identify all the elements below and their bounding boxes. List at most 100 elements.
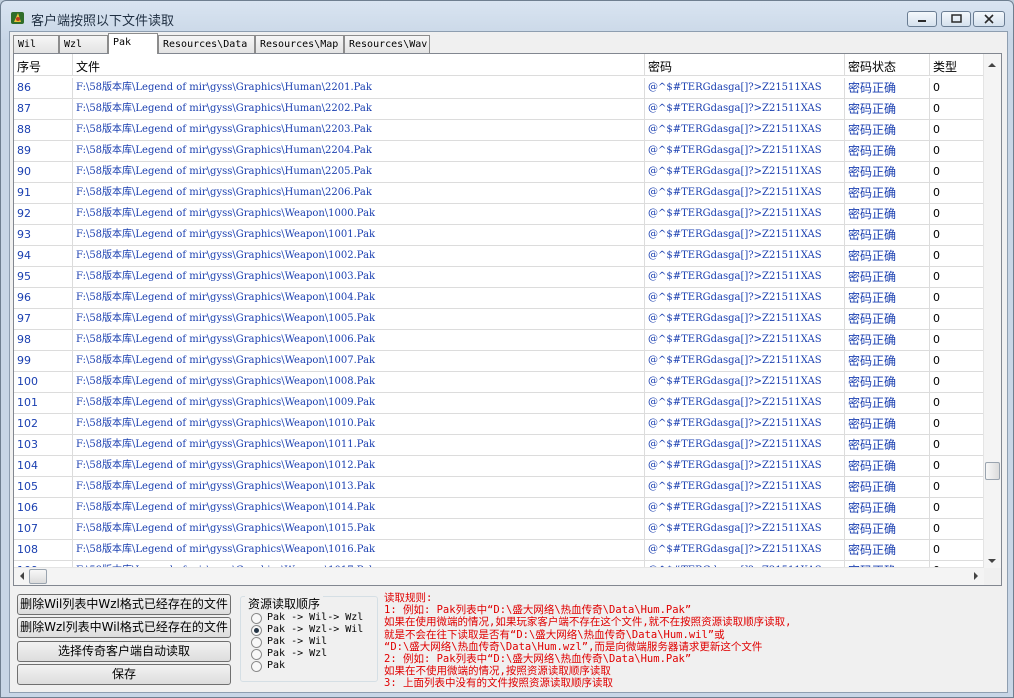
column-header-number[interactable]: 序号 <box>14 54 73 76</box>
table-row[interactable]: 101 F:\58版本库\Legend of mir\gyss\Graphics\… <box>14 393 984 414</box>
table-row[interactable]: 103 F:\58版本库\Legend of mir\gyss\Graphics\… <box>14 435 984 456</box>
row-type: 0 <box>930 141 984 161</box>
delete-wil-duplicates-button[interactable]: 删除Wil列表中Wzl格式已经存在的文件 <box>17 594 231 615</box>
radio-circle-icon[interactable] <box>251 661 262 672</box>
column-header-password-status[interactable]: 密码状态 <box>845 54 930 76</box>
table-row[interactable]: 99 F:\58版本库\Legend of mir\gyss\Graphics\W… <box>14 351 984 372</box>
row-password: @^$#TERGdasga[]?>Z21511XAS <box>645 162 845 182</box>
table-row[interactable]: 96 F:\58版本库\Legend of mir\gyss\Graphics\W… <box>14 288 984 309</box>
row-password-status: 密码正确 <box>845 477 930 497</box>
read-order-option-label: Pak -> Wil <box>267 636 328 647</box>
row-file-path: F:\58版本库\Legend of mir\gyss\Graphics\Wea… <box>73 330 645 350</box>
row-password: @^$#TERGdasga[]?>Z21511XAS <box>645 204 845 224</box>
table-row[interactable]: 106 F:\58版本库\Legend of mir\gyss\Graphics\… <box>14 498 984 519</box>
table-row[interactable]: 88 F:\58版本库\Legend of mir\gyss\Graphics\H… <box>14 120 984 141</box>
row-number: 103 <box>14 435 73 455</box>
row-password: @^$#TERGdasga[]?>Z21511XAS <box>645 120 845 140</box>
row-password: @^$#TERGdasga[]?>Z21511XAS <box>645 435 845 455</box>
table-row[interactable]: 94 F:\58版本库\Legend of mir\gyss\Graphics\W… <box>14 246 984 267</box>
scroll-left-icon[interactable] <box>15 568 29 584</box>
row-password: @^$#TERGdasga[]?>Z21511XAS <box>645 540 845 560</box>
row-password-status: 密码正确 <box>845 267 930 287</box>
row-password-status: 密码正确 <box>845 246 930 266</box>
vertical-scrollbar[interactable] <box>983 54 1001 570</box>
tab-resources-wav[interactable]: Resources\Wav <box>344 35 430 53</box>
radio-circle-icon[interactable] <box>251 613 262 624</box>
table-row[interactable]: 107 F:\58版本库\Legend of mir\gyss\Graphics\… <box>14 519 984 540</box>
table-row[interactable]: 86 F:\58版本库\Legend of mir\gyss\Graphics\H… <box>14 78 984 99</box>
rule-line: 如果在不使用微端的情况,按照资源读取顺序读取 <box>384 665 611 678</box>
read-order-option-label: Pak -> Wzl <box>267 648 328 659</box>
horizontal-scroll-thumb[interactable] <box>29 569 47 584</box>
close-button[interactable] <box>973 11 1005 27</box>
vertical-scroll-thumb[interactable] <box>985 462 1000 480</box>
row-type: 0 <box>930 78 984 98</box>
client-area: Wil Wzl Pak Resources\Data Resources\Map… <box>9 31 1008 693</box>
tab-resources-data[interactable]: Resources\Data <box>158 35 255 53</box>
row-number: 91 <box>14 183 73 203</box>
row-number: 96 <box>14 288 73 308</box>
read-order-option-label: Pak <box>267 660 286 671</box>
tab-wil[interactable]: Wil <box>13 35 59 53</box>
row-password: @^$#TERGdasga[]?>Z21511XAS <box>645 309 845 329</box>
table-row[interactable]: 93 F:\58版本库\Legend of mir\gyss\Graphics\W… <box>14 225 984 246</box>
select-client-button[interactable]: 选择传奇客户端自动读取 <box>17 641 231 662</box>
row-type: 0 <box>930 183 984 203</box>
row-number: 98 <box>14 330 73 350</box>
row-file-path: F:\58版本库\Legend of mir\gyss\Graphics\Wea… <box>73 477 645 497</box>
column-header-password[interactable]: 密码 <box>645 54 845 76</box>
row-number: 100 <box>14 372 73 392</box>
table-row[interactable]: 95 F:\58版本库\Legend of mir\gyss\Graphics\W… <box>14 267 984 288</box>
table-row[interactable]: 91 F:\58版本库\Legend of mir\gyss\Graphics\H… <box>14 183 984 204</box>
tab-pak[interactable]: Pak <box>108 33 158 54</box>
table-row[interactable]: 90 F:\58版本库\Legend of mir\gyss\Graphics\H… <box>14 162 984 183</box>
table-row[interactable]: 97 F:\58版本库\Legend of mir\gyss\Graphics\W… <box>14 309 984 330</box>
scroll-down-icon[interactable] <box>984 554 1000 568</box>
save-button[interactable]: 保存 <box>17 664 231 685</box>
table-row[interactable]: 87 F:\58版本库\Legend of mir\gyss\Graphics\H… <box>14 99 984 120</box>
row-number: 99 <box>14 351 73 371</box>
column-header-type[interactable]: 类型 <box>930 54 984 76</box>
radio-circle-icon[interactable] <box>251 625 262 636</box>
table-row[interactable]: 98 F:\58版本库\Legend of mir\gyss\Graphics\W… <box>14 330 984 351</box>
table-row[interactable]: 92 F:\58版本库\Legend of mir\gyss\Graphics\W… <box>14 204 984 225</box>
row-number: 88 <box>14 120 73 140</box>
row-password-status: 密码正确 <box>845 162 930 182</box>
row-password: @^$#TERGdasga[]?>Z21511XAS <box>645 288 845 308</box>
row-password-status: 密码正确 <box>845 498 930 518</box>
table-row[interactable]: 100 F:\58版本库\Legend of mir\gyss\Graphics\… <box>14 372 984 393</box>
row-password: @^$#TERGdasga[]?>Z21511XAS <box>645 99 845 119</box>
column-header-file[interactable]: 文件 <box>73 54 645 76</box>
row-password-status: 密码正确 <box>845 309 930 329</box>
delete-wzl-duplicates-button[interactable]: 删除Wzl列表中Wil格式已经存在的文件 <box>17 617 231 638</box>
table-row[interactable]: 102 F:\58版本库\Legend of mir\gyss\Graphics\… <box>14 414 984 435</box>
radio-circle-icon[interactable] <box>251 649 262 660</box>
row-file-path: F:\58版本库\Legend of mir\gyss\Graphics\Wea… <box>73 372 645 392</box>
window-title: 客户端按照以下文件读取 <box>31 14 175 29</box>
tab-wzl[interactable]: Wzl <box>59 35 108 53</box>
row-password: @^$#TERGdasga[]?>Z21511XAS <box>645 183 845 203</box>
scroll-right-icon[interactable] <box>969 568 983 584</box>
scroll-up-icon[interactable] <box>984 58 1000 72</box>
row-number: 89 <box>14 141 73 161</box>
row-file-path: F:\58版本库\Legend of mir\gyss\Graphics\Wea… <box>73 519 645 539</box>
row-type: 0 <box>930 99 984 119</box>
table-row[interactable]: 105 F:\58版本库\Legend of mir\gyss\Graphics\… <box>14 477 984 498</box>
row-file-path: F:\58版本库\Legend of mir\gyss\Graphics\Hum… <box>73 162 645 182</box>
read-order-option-label: Pak -> Wil-> Wzl <box>267 612 364 623</box>
row-file-path: F:\58版本库\Legend of mir\gyss\Graphics\Wea… <box>73 435 645 455</box>
table-row[interactable]: 108 F:\58版本库\Legend of mir\gyss\Graphics\… <box>14 540 984 561</box>
table-row[interactable]: 104 F:\58版本库\Legend of mir\gyss\Graphics\… <box>14 456 984 477</box>
row-type: 0 <box>930 351 984 371</box>
row-number: 106 <box>14 498 73 518</box>
title-bar[interactable]: 客户端按照以下文件读取 <box>1 1 1013 31</box>
rule-line: 读取规则: <box>384 592 433 604</box>
file-list[interactable]: 序号 文件 密码 密码状态 类型 86 F:\58版本库\Legend of mi… <box>13 53 1002 586</box>
table-row[interactable]: 89 F:\58版本库\Legend of mir\gyss\Graphics\H… <box>14 141 984 162</box>
row-password-status: 密码正确 <box>845 99 930 119</box>
radio-circle-icon[interactable] <box>251 637 262 648</box>
horizontal-scrollbar[interactable] <box>14 567 984 585</box>
minimize-button[interactable] <box>907 11 937 27</box>
maximize-button[interactable] <box>941 11 971 27</box>
tab-resources-map[interactable]: Resources\Map <box>255 35 344 53</box>
